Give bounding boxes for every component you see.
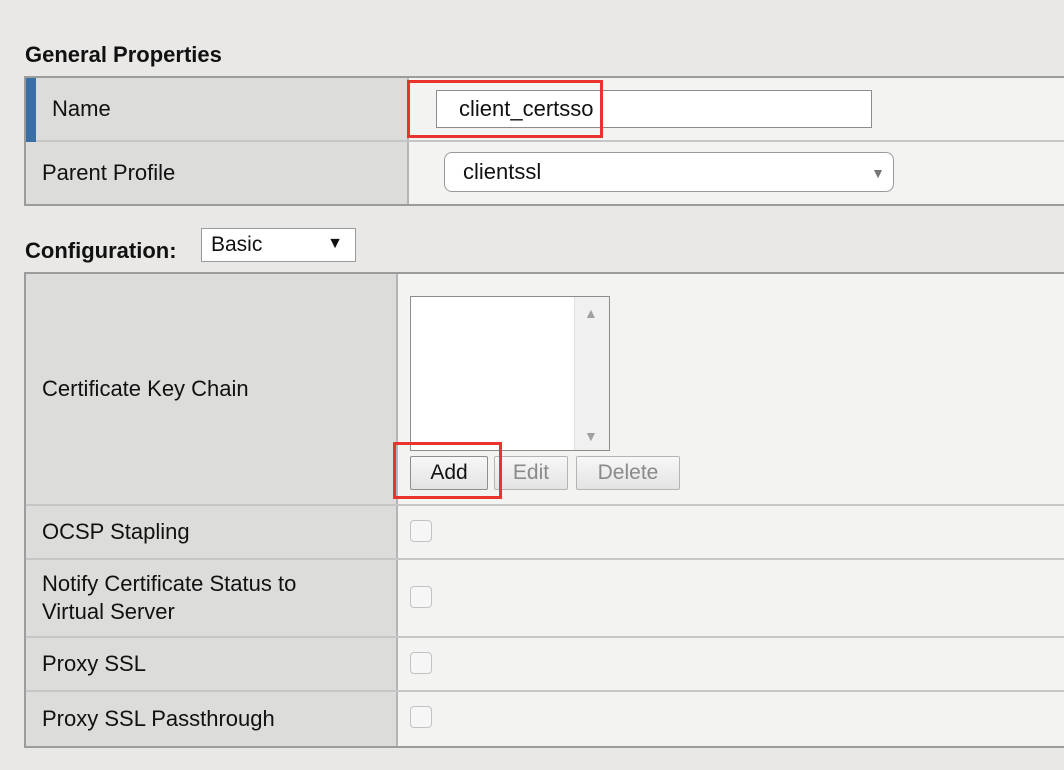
edit-button[interactable]: Edit [494, 456, 568, 490]
ocsp-stapling-checkbox[interactable] [410, 520, 432, 542]
caret-down-icon: ▼ [327, 235, 343, 252]
parent-profile-select[interactable]: clientssl ▼ [444, 152, 894, 192]
general-properties-panel: Name client_certsso Parent Profile clien… [24, 76, 1064, 206]
certificate-key-chain-list[interactable]: ▲ ▼ [410, 296, 610, 451]
parent-profile-value: clientssl [463, 159, 542, 184]
list-scrollbar[interactable]: ▲ ▼ [574, 297, 609, 450]
general-properties-title: General Properties [25, 42, 222, 67]
name-input[interactable]: client_certsso [436, 90, 872, 128]
scroll-up-icon[interactable]: ▲ [584, 305, 598, 321]
scroll-down-icon[interactable]: ▼ [584, 428, 598, 444]
notify-status-label-line1: Notify Certificate Status to [42, 571, 297, 596]
name-label-text: Name [52, 96, 111, 121]
delete-button[interactable]: Delete [576, 456, 680, 490]
parent-profile-row: Parent Profile clientssl ▼ [26, 142, 1064, 204]
configuration-mode-value: Basic [211, 233, 263, 256]
add-button[interactable]: Add [410, 456, 488, 490]
notify-status-label-line2: Virtual Server [42, 599, 175, 624]
proxy-ssl-checkbox[interactable] [410, 652, 432, 674]
proxy-ssl-label: Proxy SSL [26, 638, 398, 690]
proxy-ssl-passthrough-label: Proxy SSL Passthrough [26, 692, 398, 746]
configuration-panel: Certificate Key Chain ▲ ▼ Add Edit Delet… [24, 272, 1064, 748]
ocsp-stapling-label: OCSP Stapling [26, 506, 398, 558]
proxy-ssl-passthrough-row: Proxy SSL Passthrough [26, 692, 1064, 746]
notify-status-row: Notify Certificate Status to Virtual Ser… [26, 560, 1064, 638]
configuration-mode-select[interactable]: Basic ▼ [201, 228, 356, 262]
certificate-key-chain-label: Certificate Key Chain [26, 274, 398, 504]
ocsp-stapling-row: OCSP Stapling [26, 506, 1064, 560]
name-row-accent [26, 78, 36, 142]
name-row: Name client_certsso [26, 78, 1064, 142]
name-label: Name [26, 78, 409, 140]
parent-profile-label: Parent Profile [26, 142, 409, 204]
notify-status-checkbox[interactable] [410, 586, 432, 608]
certificate-key-chain-row: Certificate Key Chain ▲ ▼ Add Edit Delet… [26, 274, 1064, 506]
notify-status-label: Notify Certificate Status to Virtual Ser… [26, 560, 398, 636]
chevron-down-icon: ▼ [871, 165, 885, 181]
configuration-label: Configuration: [25, 238, 177, 263]
proxy-ssl-passthrough-checkbox[interactable] [410, 706, 432, 728]
proxy-ssl-row: Proxy SSL [26, 638, 1064, 692]
parent-profile-label-text: Parent Profile [42, 160, 176, 185]
